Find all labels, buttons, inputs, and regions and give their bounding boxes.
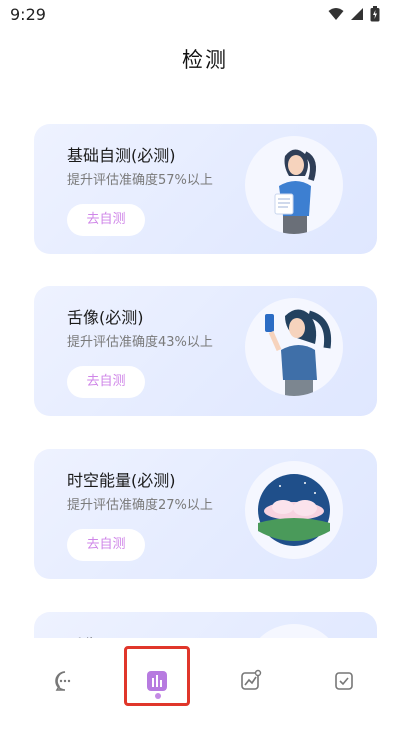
landscape-clouds-illustration <box>245 461 343 559</box>
checkbox-icon <box>335 672 353 690</box>
active-indicator-dot <box>155 693 161 699</box>
signal-icon <box>351 8 363 20</box>
card-title: 时空能量(必测) <box>67 471 176 490</box>
card-subtitle: 提升评估准确度27%以上 <box>67 498 213 513</box>
go-selftest-button[interactable]: 去自测 <box>67 204 145 236</box>
bar-chart-icon <box>147 671 167 691</box>
detect-screen: 9:29 检测 基础自测(必测) 提升评估准确度57%以上 去自测 舌像(必测)… <box>0 0 410 729</box>
nav-chat[interactable] <box>40 656 90 706</box>
nav-trend[interactable] <box>226 656 276 706</box>
woman-holding-phone-illustration <box>245 298 343 396</box>
status-time: 9:29 <box>10 5 46 24</box>
card-title: 基础自测(必测) <box>67 146 176 165</box>
status-bar: 9:29 <box>0 0 410 28</box>
woman-portrait-illustration <box>245 624 343 638</box>
nav-tasks[interactable] <box>319 656 369 706</box>
trend-chart-icon <box>241 669 262 690</box>
card-title: 舌像(必测) <box>67 308 144 327</box>
go-selftest-button[interactable]: 去自测 <box>67 366 145 398</box>
chat-bubble-icon <box>55 671 71 691</box>
status-icons <box>328 6 380 22</box>
card-spacetime-energy[interactable]: 时空能量(必测) 提升评估准确度27%以上 去自测 <box>34 449 377 579</box>
go-selftest-button[interactable]: 去自测 <box>67 529 145 561</box>
page-title: 检测 <box>182 48 228 72</box>
card-basic-selftest[interactable]: 基础自测(必测) 提升评估准确度57%以上 去自测 <box>34 124 377 254</box>
detect-card-list[interactable]: 基础自测(必测) 提升评估准确度57%以上 去自测 舌像(必测) 提升评估准确度… <box>34 124 377 638</box>
woman-holding-paper-illustration <box>245 136 343 234</box>
card-subtitle: 提升评估准确度57%以上 <box>67 173 213 188</box>
card-tongue-image[interactable]: 舌像(必测) 提升评估准确度43%以上 去自测 <box>34 286 377 416</box>
card-subtitle: 提升评估准确度43%以上 <box>67 335 213 350</box>
wifi-icon <box>328 8 344 20</box>
battery-icon <box>370 6 380 22</box>
bottom-nav <box>0 638 410 729</box>
card-after-image[interactable]: 后像 <box>34 612 377 638</box>
